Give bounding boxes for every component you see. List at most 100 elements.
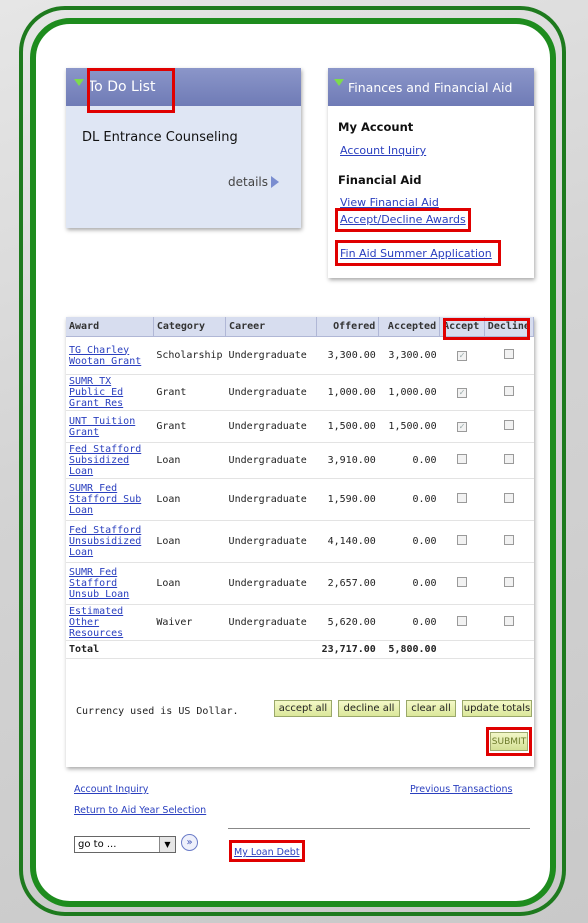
details-label: details bbox=[228, 175, 268, 189]
accept-checkbox[interactable] bbox=[456, 493, 467, 503]
accept-cell bbox=[439, 478, 485, 521]
accept-checkbox[interactable] bbox=[456, 616, 467, 626]
decline-cell bbox=[484, 442, 534, 479]
offered-cell: 3,300.00 bbox=[316, 336, 379, 375]
award-cell[interactable]: UNT Tuition Grant bbox=[66, 410, 154, 443]
award-cell[interactable]: Fed Stafford Unsubsidized Loan bbox=[66, 520, 154, 563]
submit-button[interactable]: SUBMIT bbox=[490, 732, 528, 751]
award-cell[interactable]: Estimated Other Resources bbox=[66, 604, 154, 641]
career-cell: Undergraduate bbox=[225, 562, 317, 605]
category-cell: Scholarship bbox=[153, 336, 226, 375]
category-cell: Grant bbox=[153, 374, 226, 411]
col-award: Award bbox=[66, 317, 154, 337]
col-decline: Decline bbox=[484, 317, 534, 337]
decline-checkbox[interactable] bbox=[503, 349, 514, 359]
accept-all-button[interactable]: accept all bbox=[274, 700, 332, 717]
award-cell[interactable]: SUMR Fed Stafford Sub Loan bbox=[66, 478, 154, 521]
offered-cell: 1,590.00 bbox=[316, 478, 379, 521]
decline-checkbox[interactable] bbox=[503, 535, 514, 545]
accept-checkbox[interactable]: ✓ bbox=[456, 422, 467, 432]
return-to-aid-year-link[interactable]: Return to Aid Year Selection bbox=[74, 805, 206, 816]
total-label: Total bbox=[66, 640, 154, 659]
decline-all-button[interactable]: decline all bbox=[338, 700, 400, 717]
details-link[interactable]: details bbox=[228, 175, 279, 189]
awards-header-row: Award Category Career Offered Accepted A… bbox=[66, 317, 534, 337]
collapse-triangle-icon[interactable] bbox=[334, 78, 344, 86]
accept-cell: ✓ bbox=[439, 410, 485, 443]
category-cell: Loan bbox=[153, 478, 226, 521]
award-cell[interactable]: SUMR Fed Stafford Unsub Loan bbox=[66, 562, 154, 605]
table-row: SUMR Fed Stafford Unsub Loan Loan Undergra… bbox=[66, 562, 534, 605]
previous-transactions-link[interactable]: Previous Transactions bbox=[410, 784, 512, 795]
accepted-cell: 3,300.00 bbox=[378, 336, 440, 375]
category-cell: Loan bbox=[153, 442, 226, 479]
decline-cell bbox=[484, 374, 534, 411]
awards-table: Award Category Career Offered Accepted A… bbox=[66, 317, 534, 659]
decline-checkbox[interactable] bbox=[503, 386, 514, 396]
career-cell: Undergraduate bbox=[225, 520, 317, 563]
empty-cell bbox=[484, 640, 534, 659]
accept-cell bbox=[439, 604, 485, 641]
goto-select[interactable]: go to ... ▼ bbox=[74, 836, 176, 853]
col-category: Category bbox=[153, 317, 227, 337]
collapse-triangle-icon[interactable] bbox=[74, 78, 84, 86]
accepted-cell: 0.00 bbox=[378, 520, 440, 563]
offered-cell: 4,140.00 bbox=[316, 520, 379, 563]
accept-cell bbox=[439, 442, 485, 479]
accept-cell bbox=[439, 562, 485, 605]
accepted-cell: 1,500.00 bbox=[378, 410, 440, 443]
offered-cell: 5,620.00 bbox=[316, 604, 379, 641]
todo-title: To Do List bbox=[88, 79, 156, 95]
col-accept: Accept bbox=[439, 317, 485, 337]
career-cell: Undergraduate bbox=[225, 442, 317, 479]
footer-account-inquiry-link[interactable]: Account Inquiry bbox=[74, 784, 148, 795]
table-row: UNT Tuition Grant Grant Undergraduate 1,500… bbox=[66, 410, 534, 443]
empty-cell bbox=[225, 640, 317, 659]
decline-checkbox[interactable] bbox=[503, 454, 514, 464]
category-cell: Grant bbox=[153, 410, 226, 443]
accept-checkbox[interactable]: ✓ bbox=[456, 388, 467, 398]
clear-all-button[interactable]: clear all bbox=[406, 700, 456, 717]
update-totals-button[interactable]: update totals bbox=[462, 700, 532, 717]
award-cell[interactable]: SUMR TX Public Ed Grant Res bbox=[66, 374, 154, 411]
my-loan-debt-link[interactable]: My Loan Debt bbox=[234, 847, 300, 858]
view-financial-aid-link[interactable]: View Financial Aid bbox=[340, 196, 439, 209]
go-arrow-icon[interactable]: » bbox=[181, 834, 198, 851]
arrow-right-icon bbox=[271, 176, 279, 188]
my-account-heading: My Account bbox=[338, 120, 414, 134]
summer-application-link[interactable]: Fin Aid Summer Application bbox=[340, 247, 492, 260]
offered-cell: 2,657.00 bbox=[316, 562, 379, 605]
decline-checkbox[interactable] bbox=[503, 577, 514, 587]
career-cell: Undergraduate bbox=[225, 410, 317, 443]
currency-note: Currency used is US Dollar. bbox=[76, 706, 239, 717]
decline-cell bbox=[484, 562, 534, 605]
decline-cell bbox=[484, 336, 534, 375]
category-cell: Loan bbox=[153, 562, 226, 605]
account-inquiry-link[interactable]: Account Inquiry bbox=[340, 144, 426, 157]
accept-checkbox[interactable] bbox=[456, 535, 467, 545]
award-cell[interactable]: TG Charley Wootan Grant bbox=[66, 336, 154, 375]
empty-cell bbox=[153, 640, 226, 659]
accept-checkbox[interactable] bbox=[456, 577, 467, 587]
total-accepted: 5,800.00 bbox=[378, 640, 440, 659]
accept-checkbox[interactable]: ✓ bbox=[456, 351, 467, 361]
accept-checkbox[interactable] bbox=[456, 454, 467, 464]
goto-select-value: go to ... bbox=[78, 839, 117, 850]
table-row: SUMR Fed Stafford Sub Loan Loan Undergradu… bbox=[66, 478, 534, 521]
decline-checkbox[interactable] bbox=[503, 493, 514, 503]
offered-cell: 1,500.00 bbox=[316, 410, 379, 443]
award-cell[interactable]: Fed Stafford Subsidized Loan bbox=[66, 442, 154, 479]
decline-checkbox[interactable] bbox=[503, 420, 514, 430]
accepted-cell: 0.00 bbox=[378, 442, 440, 479]
col-career: Career bbox=[225, 317, 318, 337]
decline-checkbox[interactable] bbox=[503, 616, 514, 626]
divider bbox=[228, 828, 530, 829]
accepted-cell: 0.00 bbox=[378, 478, 440, 521]
finances-panel: Finances and Financial Aid My Account Ac… bbox=[328, 68, 534, 278]
offered-cell: 3,910.00 bbox=[316, 442, 379, 479]
decline-cell bbox=[484, 478, 534, 521]
career-cell: Undergraduate bbox=[225, 336, 317, 375]
table-row: Estimated Other Resources Waiver Undergrad… bbox=[66, 604, 534, 641]
accept-decline-awards-link[interactable]: Accept/Decline Awards bbox=[340, 213, 466, 226]
table-row: Fed Stafford Unsubsidized Loan Loan Underg… bbox=[66, 520, 534, 563]
